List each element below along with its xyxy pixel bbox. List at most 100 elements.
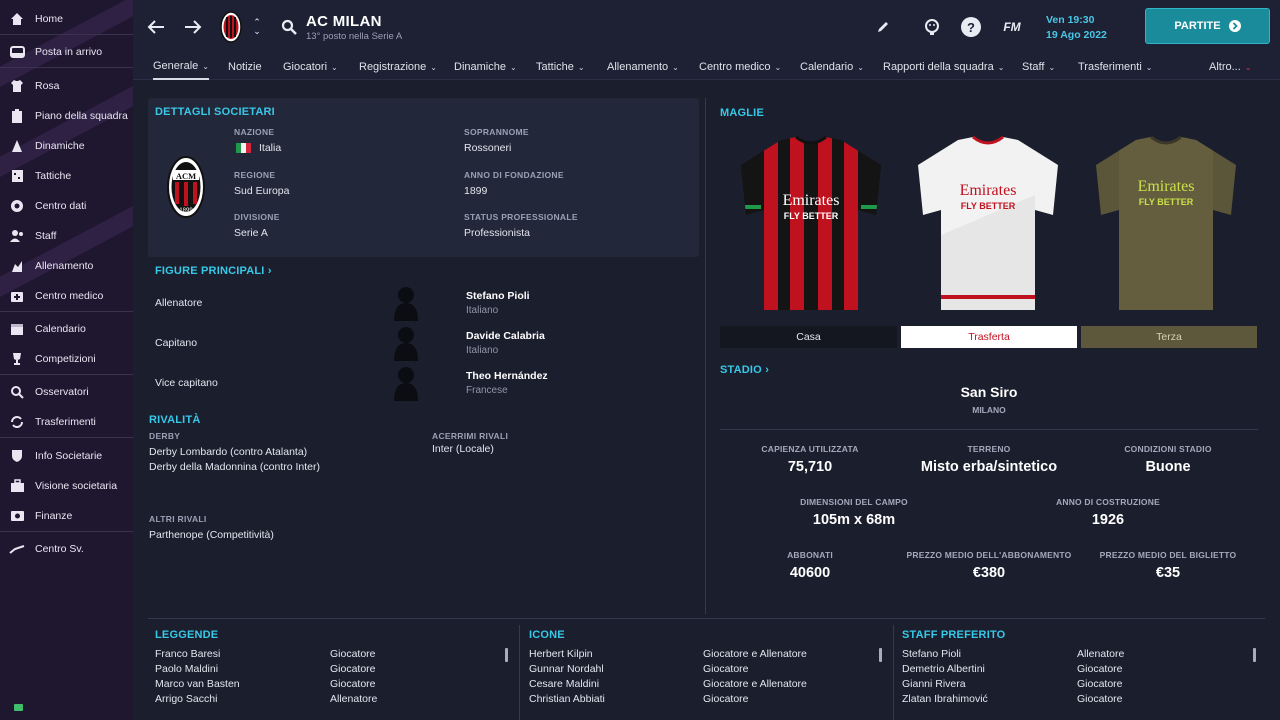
- club-switch-chevrons[interactable]: ⌃ ⌄: [251, 16, 263, 38]
- favstaff-name[interactable]: Demetrio Albertini: [902, 663, 985, 675]
- chevron-down-icon: ⌄: [430, 62, 437, 72]
- sidebar-item-home[interactable]: Home: [0, 4, 133, 34]
- status-indicator-icon[interactable]: [14, 704, 23, 711]
- sidebar-item-club-vision[interactable]: Visione societaria: [0, 471, 133, 501]
- continue-button[interactable]: PARTITE: [1145, 8, 1270, 44]
- sidebar-item-transfers[interactable]: Trasferimenti: [0, 407, 133, 437]
- icon-name[interactable]: Christian Abbiati: [529, 693, 605, 705]
- sidebar-item-tactics[interactable]: Tattiche: [0, 161, 133, 191]
- search-button[interactable]: [279, 17, 299, 37]
- sidebar-item-development[interactable]: Centro Sv.: [0, 534, 133, 564]
- key-figures-title[interactable]: FIGURE PRINCIPALI ›: [155, 265, 272, 277]
- tab-more[interactable]: Altro... ⌄: [1209, 54, 1252, 80]
- favstaff-role: Giocatore: [1077, 693, 1123, 705]
- icons-scrollbar[interactable]: [879, 648, 882, 662]
- shirt-icon: [9, 78, 25, 94]
- tab-staff[interactable]: Staff ⌄: [1022, 54, 1055, 80]
- back-button[interactable]: [145, 16, 167, 38]
- kit-tab-third[interactable]: Terza: [1081, 326, 1257, 348]
- chevron-down-icon: ⌄: [509, 62, 517, 72]
- sidebar-item-training[interactable]: Allenamento: [0, 251, 133, 281]
- favstaff-name[interactable]: Gianni Rivera: [902, 678, 966, 690]
- icon-name[interactable]: Gunnar Nordahl: [529, 663, 604, 675]
- figure-name[interactable]: Davide Calabria: [466, 330, 545, 342]
- sidebar-item-label: Osservatori: [35, 386, 89, 398]
- sidebar-item-club-info[interactable]: Info Societarie: [0, 441, 133, 471]
- derby-item[interactable]: Derby della Madonnina (contro Inter): [149, 461, 320, 473]
- derby-label: DERBY: [149, 431, 181, 441]
- favstaff-role: Giocatore: [1077, 663, 1123, 675]
- icon-name[interactable]: Herbert Kilpin: [529, 648, 593, 660]
- sidebar-item-label: Visione societaria: [35, 480, 118, 492]
- edit-button[interactable]: [874, 18, 892, 36]
- nation-value[interactable]: Italia: [259, 142, 281, 154]
- club-badge-small[interactable]: [219, 10, 243, 44]
- tab-training[interactable]: Allenamento ⌄: [607, 54, 679, 80]
- favstaff-name[interactable]: Stefano Pioli: [902, 648, 961, 660]
- sidebar-item-staff[interactable]: Staff: [0, 221, 133, 251]
- tab-bar: Generale ⌄ Notizie Giocatori ⌄ Registrazio…: [133, 54, 1280, 80]
- sidebar-item-inbox[interactable]: Posta in arrivo: [0, 37, 133, 67]
- sidebar-item-data-hub[interactable]: Centro dati: [0, 191, 133, 221]
- bottom-lists: LEGGENDE Franco Baresi Giocatore Paolo M…: [133, 619, 1280, 720]
- trophy-icon: [9, 351, 25, 367]
- sidebar-item-label: Rosa: [35, 80, 60, 92]
- figure-name[interactable]: Theo Hernández: [466, 370, 548, 382]
- tab-transfers[interactable]: Trasferimenti ⌄: [1078, 54, 1152, 80]
- tab-medical[interactable]: Centro medico ⌄: [699, 54, 781, 80]
- third-kit-image[interactable]: Emirates FLY BETTER: [1091, 135, 1241, 313]
- forward-button[interactable]: [182, 16, 204, 38]
- division-value[interactable]: Serie A: [234, 227, 268, 239]
- tab-news[interactable]: Notizie: [228, 54, 262, 80]
- dynamics-icon: [9, 138, 25, 154]
- tab-registration[interactable]: Registrazione ⌄: [359, 54, 437, 80]
- legend-name[interactable]: Franco Baresi: [155, 648, 220, 660]
- sidebar-item-label: Tattiche: [35, 170, 72, 182]
- legends-scrollbar[interactable]: [505, 648, 508, 662]
- figure-role: Allenatore: [155, 297, 203, 309]
- icon-name[interactable]: Cesare Maldini: [529, 678, 599, 690]
- sidebar-item-squad[interactable]: Rosa: [0, 71, 133, 101]
- kit-tab-away[interactable]: Trasferta: [901, 326, 1077, 348]
- favstaff-scrollbar[interactable]: [1253, 648, 1256, 662]
- legend-name[interactable]: Arrigo Sacchi: [155, 693, 217, 705]
- stadium-name: San Siro: [960, 384, 1018, 400]
- fierce-rival-item[interactable]: Inter (Locale): [432, 443, 494, 455]
- derby-item[interactable]: Derby Lombardo (contro Atalanta): [149, 446, 307, 458]
- status-value: Professionista: [464, 227, 530, 239]
- away-kit-image[interactable]: Emirates FLY BETTER: [913, 135, 1063, 313]
- stadium-title[interactable]: STADIO ›: [720, 364, 769, 376]
- sidebar-item-label: Piano della squadra: [35, 110, 128, 122]
- tab-players[interactable]: Giocatori ⌄: [283, 54, 338, 80]
- date-display[interactable]: Ven 19:30 19 Ago 2022: [1046, 13, 1107, 43]
- tab-squad-reports[interactable]: Rapporti della squadra ⌄: [883, 54, 1004, 80]
- legend-name[interactable]: Paolo Maldini: [155, 663, 218, 675]
- kit-tab-home[interactable]: Casa: [720, 326, 897, 348]
- sidebar-item-scouting[interactable]: Osservatori: [0, 377, 133, 407]
- sidebar-item-finances[interactable]: Finanze: [0, 501, 133, 531]
- sidebar-item-squad-plan[interactable]: Piano della squadra: [0, 101, 133, 131]
- tab-general[interactable]: Generale ⌄: [153, 54, 209, 80]
- home-kit-image[interactable]: Emirates FLY BETTER: [736, 135, 886, 313]
- help-icon[interactable]: ?: [961, 17, 981, 37]
- continue-arrow-icon: [1228, 20, 1241, 32]
- sidebar-item-label: Competizioni: [35, 353, 96, 365]
- tab-tactics[interactable]: Tattiche ⌄: [536, 54, 585, 80]
- other-rival-item[interactable]: Parthenope (Competitività): [149, 529, 274, 541]
- sidebar-item-dynamics[interactable]: Dinamiche: [0, 131, 133, 161]
- icon-role: Giocatore: [703, 693, 749, 705]
- date-day: 19 Ago 2022: [1046, 29, 1107, 41]
- figure-name[interactable]: Stefano Pioli: [466, 290, 530, 302]
- club-details-panel: DETTAGLI SOCIETARI ACM 1899 NAZIONE Ital…: [148, 98, 699, 257]
- tab-dynamics[interactable]: Dinamiche ⌄: [454, 54, 517, 80]
- pencil-icon: [878, 22, 888, 32]
- sidebar-item-competitions[interactable]: Competizioni: [0, 344, 133, 374]
- manager-button[interactable]: [922, 17, 942, 37]
- sidebar-item-medical[interactable]: Centro medico: [0, 281, 133, 311]
- fm-menu-button[interactable]: FM: [999, 17, 1025, 37]
- chevron-down-icon: ⌄: [331, 62, 338, 72]
- favstaff-name[interactable]: Zlatan Ibrahimović: [902, 693, 988, 705]
- legend-name[interactable]: Marco van Basten: [155, 678, 240, 690]
- tab-calendar[interactable]: Calendario ⌄: [800, 54, 864, 80]
- sidebar-item-calendar[interactable]: Calendario: [0, 314, 133, 344]
